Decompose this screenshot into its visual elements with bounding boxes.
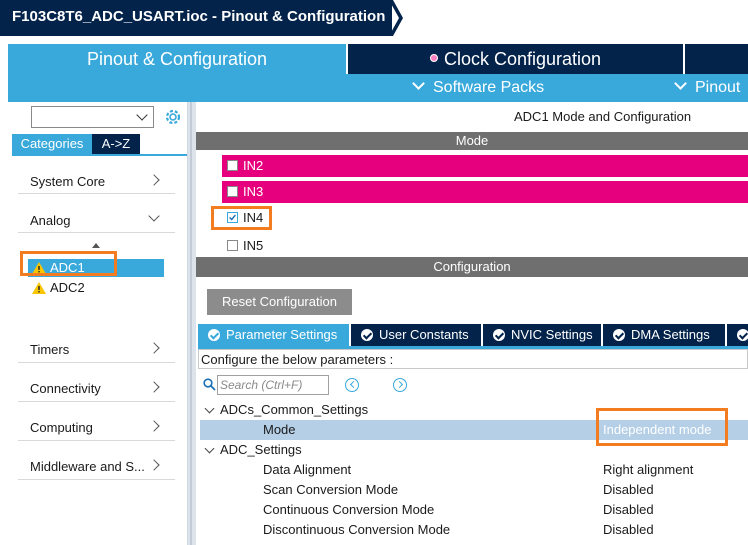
category-middleware[interactable]: Middleware and S... — [30, 459, 145, 474]
mode-panel-title: ADC1 Mode and Configuration — [196, 106, 748, 128]
tab-user-constants-label: User Constants — [379, 327, 469, 342]
input-row-in2[interactable]: IN2 — [222, 155, 748, 177]
check-circle-icon — [737, 329, 748, 341]
divider — [18, 479, 175, 480]
breadcrumb-chevron-icon — [389, 0, 403, 36]
divider — [18, 401, 175, 402]
parameter-search-input[interactable]: Search (Ctrl+F) — [217, 375, 329, 395]
in5-label: IN5 — [243, 238, 264, 252]
tab-parameter-label: Parameter Settings — [226, 327, 338, 342]
category-system-core[interactable]: System Core — [30, 174, 105, 189]
tree-group-adc-settings[interactable]: ADC_Settings — [200, 440, 748, 460]
category-analog[interactable]: Analog — [30, 213, 70, 228]
check-circle-icon — [613, 329, 625, 341]
category-connectivity[interactable]: Connectivity — [30, 381, 101, 396]
discontinuous-mode-value[interactable]: Disabled — [603, 520, 654, 540]
tab-a-z[interactable]: A->Z — [92, 134, 140, 154]
input-row-in4[interactable]: IN4 — [222, 207, 748, 229]
tree-row-discontinuous-mode[interactable]: Discontinuous Conversion Mode Disabled — [200, 520, 748, 540]
tab-clock-configuration[interactable]: Clock Configuration — [348, 44, 683, 74]
pinout-menu[interactable]: Pinout — [674, 74, 741, 102]
chevron-down-icon[interactable] — [204, 443, 215, 454]
checkbox-in3[interactable] — [227, 186, 238, 197]
tab-nvic-settings[interactable]: NVIC Settings — [483, 324, 601, 346]
chevron-down-icon[interactable] — [204, 403, 215, 414]
tab-gpio-settings[interactable] — [727, 324, 748, 346]
mode-header: Mode — [196, 132, 748, 150]
category-computing[interactable]: Computing — [30, 420, 93, 435]
data-alignment-label: Data Alignment — [263, 462, 352, 477]
adc2-label[interactable]: ADC2 — [50, 280, 85, 295]
scroll-up-icon[interactable] — [92, 243, 100, 248]
reset-configuration-button[interactable]: Reset Configuration — [207, 289, 352, 315]
category-timers[interactable]: Timers — [30, 342, 69, 357]
tree-row-scan-mode[interactable]: Scan Conversion Mode Disabled — [200, 480, 748, 500]
parameter-tabs: Parameter Settings User Constants NVIC S… — [198, 324, 748, 346]
common-settings-label: ADCs_Common_Settings — [220, 402, 369, 417]
configuration-header: Configuration — [196, 257, 748, 277]
scan-mode-label: Scan Conversion Mode — [263, 482, 399, 497]
chevron-down-icon — [674, 77, 687, 90]
continuous-mode-label: Continuous Conversion Mode — [263, 502, 435, 517]
configure-hint: Configure the below parameters : — [198, 349, 748, 369]
pinout-menu-label: Pinout — [695, 79, 741, 96]
splitter-line — [190, 102, 192, 545]
tab-dma-label: DMA Settings — [631, 327, 710, 342]
in3-label: IN3 — [243, 184, 264, 199]
input-row-in3[interactable]: IN3 — [222, 181, 748, 203]
continuous-mode-value[interactable]: Disabled — [603, 500, 654, 520]
in2-label: IN2 — [243, 158, 264, 173]
clock-status-icon — [429, 54, 438, 63]
check-circle-icon — [361, 329, 373, 341]
tab-project-manager[interactable] — [685, 44, 748, 74]
tab-underline — [12, 154, 187, 156]
divider — [18, 362, 175, 363]
tab-user-constants[interactable]: User Constants — [351, 324, 481, 346]
tab-dma-settings[interactable]: DMA Settings — [603, 324, 725, 346]
software-packs-label: Software Packs — [433, 79, 545, 96]
checkbox-in2[interactable] — [227, 160, 238, 171]
category-search-combo[interactable] — [31, 106, 154, 128]
warning-icon — [32, 282, 46, 294]
scan-mode-value[interactable]: Disabled — [603, 480, 654, 500]
software-packs-menu[interactable]: Software Packs — [412, 74, 545, 102]
main-tabs: Pinout & Configuration Clock Configurati… — [0, 44, 748, 74]
tab-pinout-configuration[interactable]: Pinout & Configuration — [8, 44, 346, 74]
mode-param-label: Mode — [263, 422, 296, 437]
discontinuous-mode-label: Discontinuous Conversion Mode — [263, 522, 451, 537]
tab-parameter-settings[interactable]: Parameter Settings — [198, 324, 349, 346]
highlight-box-in4 — [211, 206, 272, 230]
search-icon — [203, 378, 216, 391]
adc-settings-label: ADC_Settings — [220, 442, 302, 457]
divider — [18, 193, 175, 194]
input-row-in5[interactable]: IN5 — [222, 235, 748, 252]
checkbox-in5[interactable] — [227, 240, 238, 251]
window-title: F103C8T6_ADC_USART.ioc - Pinout & Config… — [0, 0, 392, 36]
search-previous-icon[interactable] — [345, 378, 359, 392]
search-next-icon[interactable] — [393, 378, 407, 392]
gear-icon[interactable] — [163, 107, 183, 127]
tab-categories[interactable]: Categories — [12, 134, 92, 154]
tree-row-continuous-mode[interactable]: Continuous Conversion Mode Disabled — [200, 500, 748, 520]
divider — [18, 232, 175, 233]
highlight-box-adc1 — [20, 251, 117, 276]
check-circle-icon — [208, 329, 220, 341]
tab-clock-label: Clock Configuration — [443, 49, 602, 69]
data-alignment-value[interactable]: Right alignment — [603, 460, 693, 480]
check-circle-icon — [493, 329, 505, 341]
tab-nvic-label: NVIC Settings — [511, 327, 593, 342]
sub-toolbar: Software Packs Pinout — [8, 74, 748, 102]
tab-pinout-label: Pinout & Configuration — [86, 49, 268, 69]
chevron-down-icon — [412, 77, 425, 90]
divider — [18, 440, 175, 441]
tree-row-data-alignment[interactable]: Data Alignment Right alignment — [200, 460, 748, 480]
